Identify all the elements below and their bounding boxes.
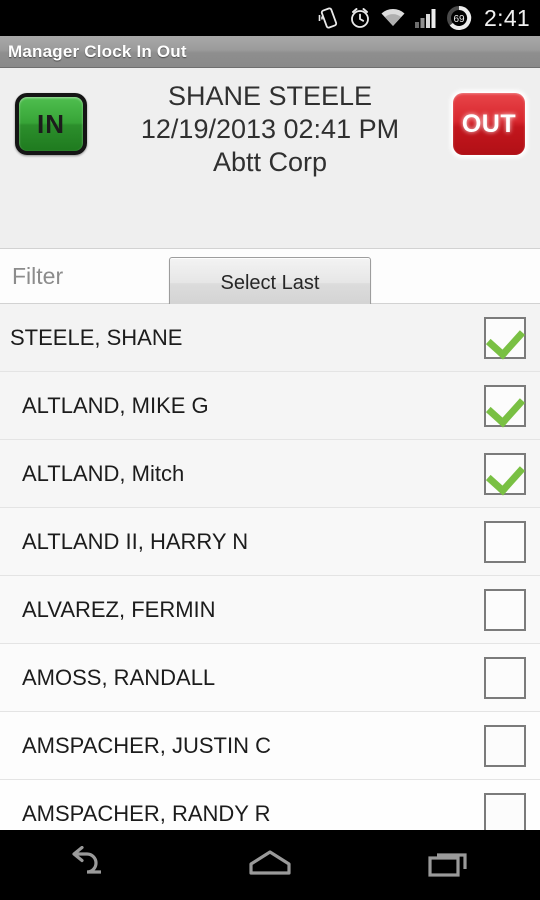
company-name: Abtt Corp: [212, 147, 328, 177]
checkbox-checked[interactable]: [484, 384, 526, 427]
signal-icon: [414, 7, 438, 29]
table-row[interactable]: AMSPACHER, RANDY R: [0, 780, 540, 830]
employee-name-label: ALVAREZ, FERMIN: [22, 596, 216, 622]
employee-name-label: ALTLAND, MIKE G: [22, 392, 209, 418]
current-datetime: 12/19/2013 02:41 PM: [140, 114, 400, 144]
checkbox-unchecked[interactable]: [484, 724, 526, 767]
wifi-icon: [380, 7, 406, 29]
clock-in-label: IN: [37, 108, 65, 139]
checkbox-unchecked[interactable]: [484, 520, 526, 563]
clock-out-label: OUT: [461, 109, 517, 138]
table-row[interactable]: STEELE, SHANE: [0, 304, 540, 372]
checkbox-unchecked[interactable]: [484, 588, 526, 631]
home-icon: [245, 847, 295, 884]
select-last-label: Select Last: [220, 271, 320, 294]
recents-icon: [426, 847, 474, 884]
select-last-container: Select Last: [0, 257, 540, 309]
table-row[interactable]: AMOSS, RANDALL: [0, 644, 540, 712]
alarm-icon: [348, 6, 372, 30]
clock-in-button[interactable]: IN: [14, 92, 88, 156]
employee-name-label: ALTLAND II, HARRY N: [22, 528, 249, 554]
status-clock: 2:41: [484, 4, 530, 31]
android-screen: 69 2:41 Manager Clock In Out IN SHANE ST…: [0, 0, 540, 900]
employee-name: SHANE STEELE: [167, 81, 373, 111]
back-icon: [65, 845, 115, 885]
checkbox-unchecked[interactable]: [484, 656, 526, 699]
table-row[interactable]: ALTLAND II, HARRY N: [0, 508, 540, 576]
vibrate-icon: [318, 6, 340, 30]
battery-icon: 69: [446, 5, 472, 31]
select-last-button[interactable]: Select Last: [169, 257, 371, 309]
navigation-bar: [0, 830, 540, 900]
checkbox-unchecked[interactable]: [484, 792, 526, 830]
page-title: Manager Clock In Out: [8, 41, 187, 61]
employee-name-label: AMSPACHER, RANDY R: [22, 800, 271, 826]
checkbox-checked[interactable]: [484, 452, 526, 495]
table-row[interactable]: ALTLAND, Mitch: [0, 440, 540, 508]
employee-name-label: AMSPACHER, JUSTIN C: [22, 732, 271, 758]
status-bar: 69 2:41: [0, 0, 540, 36]
header-panel: IN SHANE STEELE 12/19/2013 02:41 PM Abtt…: [0, 68, 540, 309]
recents-button[interactable]: [390, 830, 510, 900]
table-row[interactable]: AMSPACHER, JUSTIN C: [0, 712, 540, 780]
table-row[interactable]: ALVAREZ, FERMIN: [0, 576, 540, 644]
app-content: IN SHANE STEELE 12/19/2013 02:41 PM Abtt…: [0, 68, 540, 830]
app-title-bar: Manager Clock In Out: [0, 36, 540, 68]
battery-level-text: 69: [453, 14, 465, 25]
employee-list[interactable]: STEELE, SHANE ALTLAND, MIKE G ALTLAND, Mit…: [0, 304, 540, 830]
back-button[interactable]: [30, 830, 150, 900]
employee-name-label: STEELE, SHANE: [10, 324, 183, 350]
table-row[interactable]: ALTLAND, MIKE G: [0, 372, 540, 440]
header-info: SHANE STEELE 12/19/2013 02:41 PM Abtt Co…: [104, 80, 436, 179]
checkbox-checked[interactable]: [484, 316, 526, 359]
employee-name-label: ALTLAND, Mitch: [22, 460, 185, 486]
employee-name-label: AMOSS, RANDALL: [22, 664, 216, 690]
home-button[interactable]: [210, 830, 330, 900]
clock-out-button[interactable]: OUT: [452, 92, 526, 156]
